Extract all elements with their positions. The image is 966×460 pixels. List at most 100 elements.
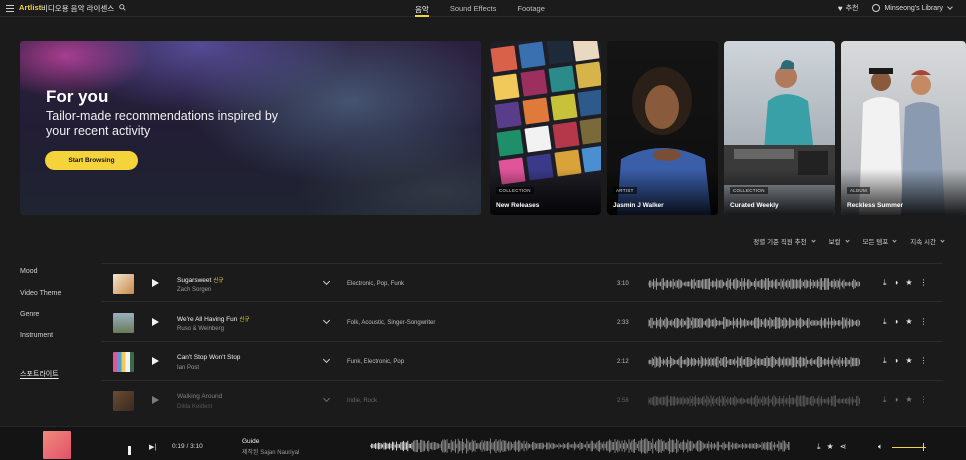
tab-sound-effects[interactable]: Sound Effects bbox=[450, 0, 497, 17]
play-icon[interactable] bbox=[152, 279, 159, 287]
track-title-text: Walking Around bbox=[177, 393, 223, 400]
track-tags: Electronic, Pop, Funk bbox=[347, 281, 405, 287]
similar-icon[interactable]: ◑ bbox=[894, 356, 899, 366]
track-title[interactable]: Walking Around bbox=[177, 393, 224, 400]
track-actions: ⤓ ◑ ★ ⋮ bbox=[883, 317, 935, 327]
track-title-text: We're All Having Fun bbox=[177, 316, 238, 323]
chevron-down-icon[interactable] bbox=[322, 316, 331, 325]
volume-slider[interactable] bbox=[892, 447, 926, 448]
track-actions: ⤓ ◑ ★ ⋮ bbox=[883, 395, 935, 405]
nav-right: ♥ 추천 Minseong's Library bbox=[838, 3, 953, 13]
download-icon[interactable]: ⤓ bbox=[883, 278, 887, 288]
star-icon[interactable]: ★ bbox=[905, 278, 912, 288]
card-badge: COLLECTION bbox=[730, 187, 768, 194]
waveform[interactable] bbox=[648, 392, 860, 410]
search-icon[interactable] bbox=[119, 4, 126, 11]
track-artist[interactable]: Ian Post bbox=[177, 365, 199, 371]
more-icon[interactable]: ⋮ bbox=[920, 317, 928, 327]
now-playing-artist[interactable]: 제작된 Sajan Nauriyal bbox=[242, 447, 299, 456]
more-icon[interactable]: ⋮ bbox=[920, 395, 928, 405]
album-tile bbox=[579, 117, 601, 145]
start-browsing-button[interactable]: Start Browsing bbox=[45, 151, 138, 170]
sidebar-item-mood[interactable]: Mood bbox=[20, 268, 38, 275]
top-nav: Artlist 비디오용 음악 라이센스 음악 Sound Effects Fo… bbox=[0, 0, 966, 17]
filter-label: 정렬 기준 직원 추천 bbox=[753, 239, 807, 246]
album-tile bbox=[496, 129, 524, 157]
card-label: Reckless Summer bbox=[847, 202, 904, 209]
tab-footage[interactable]: Footage bbox=[517, 0, 545, 17]
play-icon[interactable] bbox=[152, 396, 159, 404]
table-row[interactable]: We're All Having Fun 신규 Ruso & Weinberg F… bbox=[101, 303, 943, 342]
similar-icon[interactable]: ◑ bbox=[894, 395, 899, 405]
track-title[interactable]: We're All Having Fun 신규 bbox=[177, 315, 250, 323]
chevron-down-icon[interactable] bbox=[322, 394, 331, 403]
download-icon[interactable]: ⤓ bbox=[883, 395, 887, 405]
audio-player: ▶| 0:19 / 3:10 Guide 제작된 Sajan Nauriyal … bbox=[0, 426, 966, 460]
download-icon[interactable]: ⤓ bbox=[817, 442, 821, 452]
sidebar-item-instrument[interactable]: Instrument bbox=[20, 332, 53, 339]
album-tile bbox=[550, 93, 578, 121]
card-new-releases[interactable]: COLLECTION New Releases bbox=[490, 41, 601, 215]
track-artist[interactable]: Ruso & Weinberg bbox=[177, 326, 224, 332]
table-row[interactable]: Sugarsweet 신규 Zach Sorgen Electronic, Pop… bbox=[101, 263, 943, 302]
now-playing-artwork[interactable] bbox=[43, 431, 71, 459]
now-playing-title[interactable]: Guide bbox=[242, 438, 259, 445]
card-badge: COLLECTION bbox=[496, 187, 534, 194]
track-artist[interactable]: Zach Sorgen bbox=[177, 287, 211, 293]
menu-icon[interactable] bbox=[6, 5, 14, 12]
star-icon[interactable]: ★ bbox=[905, 395, 912, 405]
sidebar-item-spotlight[interactable]: 스포트라이트 bbox=[20, 369, 59, 379]
volume-icon[interactable]: 🔈︎ bbox=[878, 442, 883, 452]
album-tile bbox=[577, 89, 601, 117]
card-curated-weekly[interactable]: COLLECTION Curated Weekly bbox=[724, 41, 835, 215]
brand-subtitle: 비디오용 음악 라이센스 bbox=[41, 4, 115, 13]
player-waveform[interactable] bbox=[370, 437, 790, 455]
duration-filter[interactable]: 지속 시간 bbox=[910, 236, 945, 246]
hero-subtitle: Tailor-made recommendations inspired by … bbox=[46, 109, 279, 138]
favorites-link[interactable]: ♥ 추천 bbox=[838, 3, 859, 13]
sidebar-item-genre[interactable]: Genre bbox=[20, 311, 39, 318]
playback-time: 0:19 / 3:10 bbox=[172, 443, 203, 450]
waveform[interactable] bbox=[648, 275, 860, 293]
next-icon[interactable]: ▶| bbox=[149, 443, 156, 451]
waveform[interactable] bbox=[648, 314, 860, 332]
track-artist[interactable]: Dikla Keidem bbox=[177, 404, 212, 410]
download-icon[interactable]: ⤓ bbox=[883, 317, 887, 327]
album-tile bbox=[492, 73, 520, 101]
table-row[interactable]: Walking Around Dikla Keidem Indie, Rock … bbox=[101, 381, 943, 420]
pause-icon[interactable] bbox=[128, 442, 136, 455]
album-tile bbox=[572, 41, 600, 62]
volume-handle[interactable] bbox=[923, 443, 924, 451]
logo[interactable]: Artlist bbox=[19, 3, 41, 12]
star-icon[interactable]: ★ bbox=[827, 442, 834, 452]
sort-filter[interactable]: 정렬 기준 직원 추천 bbox=[753, 236, 816, 246]
card-label: Jasmin J Walker bbox=[613, 202, 664, 209]
more-icon[interactable]: ⋮ bbox=[920, 278, 928, 288]
library-menu[interactable]: Minseong's Library bbox=[872, 4, 953, 12]
favorites-label: 추천 bbox=[845, 5, 859, 12]
card-artist[interactable]: ARTIST Jasmin J Walker bbox=[607, 41, 718, 215]
download-icon[interactable]: ⤓ bbox=[883, 356, 887, 366]
table-row[interactable]: Can't Stop Won't Stop Ian Post Funk, Ele… bbox=[101, 342, 943, 381]
chevron-down-icon[interactable] bbox=[322, 355, 331, 364]
star-icon[interactable]: ★ bbox=[905, 317, 912, 327]
star-icon[interactable]: ★ bbox=[905, 356, 912, 366]
new-badge: 신규 bbox=[213, 278, 224, 284]
track-actions: ⤓ ◑ ★ ⋮ bbox=[883, 356, 935, 366]
waveform[interactable] bbox=[648, 353, 860, 371]
tempo-filter[interactable]: 모든 템포 bbox=[863, 236, 897, 246]
similar-icon[interactable]: ◑ bbox=[894, 317, 899, 327]
chevron-down-icon[interactable] bbox=[322, 277, 331, 286]
similar-icon[interactable]: ◑ bbox=[894, 278, 899, 288]
play-icon[interactable] bbox=[152, 357, 159, 365]
sidebar-item-video-theme[interactable]: Video Theme bbox=[20, 290, 61, 297]
vocal-filter[interactable]: 보컬 bbox=[829, 236, 850, 246]
new-badge: 신규 bbox=[239, 317, 250, 323]
tab-music[interactable]: 음악 bbox=[415, 0, 429, 17]
share-icon[interactable]: ⋖ bbox=[840, 442, 847, 452]
track-title[interactable]: Can't Stop Won't Stop bbox=[177, 354, 242, 361]
more-icon[interactable]: ⋮ bbox=[920, 356, 928, 366]
track-title[interactable]: Sugarsweet 신규 bbox=[177, 276, 223, 284]
card-reckless-summer[interactable]: ALBUM Reckless Summer bbox=[841, 41, 966, 215]
play-icon[interactable] bbox=[152, 318, 159, 326]
